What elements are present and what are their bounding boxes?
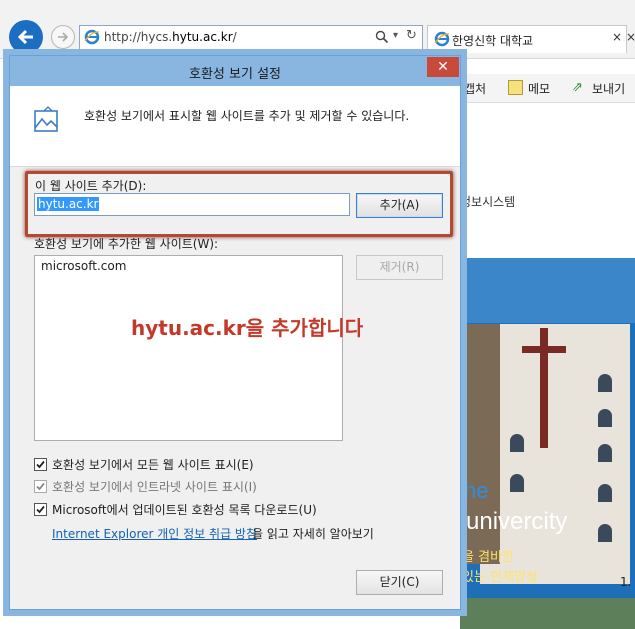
checkmark-icon <box>36 460 45 469</box>
hero-text: he <box>464 478 489 503</box>
show-all-sites-label[interactable]: 호환성 보기에서 모든 웹 사이트 표시(E) <box>52 456 254 473</box>
hero-text: l univercity <box>460 508 568 535</box>
intro-text: 호환성 보기에서 표시할 웹 사이트를 추가 및 제거할 수 있습니다. <box>84 109 410 123</box>
memo-icon <box>508 80 523 95</box>
download-list-checkbox[interactable] <box>34 503 47 516</box>
capture-button[interactable]: 캡처 <box>464 80 486 97</box>
page-side-number: 1. <box>620 575 632 589</box>
window <box>510 434 524 452</box>
page-info-text[interactable]: 정보시스템 <box>460 193 515 210</box>
remove-button[interactable]: 제거(R) <box>356 255 443 280</box>
checkmark-icon <box>36 482 45 491</box>
forward-arrow-icon <box>58 32 69 42</box>
dialog-title-bar[interactable]: 호환성 보기 설정 ✕ <box>10 56 460 86</box>
dialog-header: 호환성 보기에서 표시할 웹 사이트를 추가 및 제거할 수 있습니다. <box>10 86 460 167</box>
show-intranet-label[interactable]: 호환성 보기에서 인트라넷 사이트 표시(I) <box>52 478 257 495</box>
privacy-policy-link[interactable]: Internet Explorer 개인 정보 취급 방침 <box>52 525 257 542</box>
command-bar: 캡처 메모 ⇗ 보내기 <box>460 74 635 103</box>
privacy-policy-text: 을 읽고 자세히 알아보기 <box>252 527 374 541</box>
send-icon: ⇗ <box>572 80 583 95</box>
address-bar[interactable]: http://hycs.hytu.ac.kr/ ▾ ↻ <box>79 25 423 50</box>
close-icon[interactable]: ✕ <box>427 57 459 77</box>
hero-footer-image <box>460 598 635 629</box>
url-domain: hytu.ac.kr <box>172 30 233 44</box>
add-site-input-value: hytu.ac.kr <box>37 197 100 211</box>
add-site-label: 이 웹 사이트 추가(D): <box>35 179 147 193</box>
ie-logo-icon <box>84 29 100 45</box>
dialog-title: 호환성 보기 설정 <box>189 67 281 82</box>
close-tab-icon[interactable]: × <box>612 30 622 44</box>
hero-banner: he l univercity 을 겸비한 있는 인재양성 <box>460 258 635 629</box>
cross-icon <box>522 346 566 353</box>
forward-button[interactable] <box>51 25 75 49</box>
browser-tab[interactable]: 한영신학 대학교 × <box>427 25 627 53</box>
back-arrow-icon <box>17 29 33 45</box>
add-site-input[interactable]: hytu.ac.kr <box>34 193 350 216</box>
window <box>598 409 612 427</box>
add-button[interactable]: 추가(A) <box>356 193 443 218</box>
memo-button[interactable]: 메모 <box>528 80 550 97</box>
url-prefix: http://hycs. <box>104 30 173 44</box>
site-list-label: 호환성 보기에 추가한 웹 사이트(W): <box>34 237 219 251</box>
tab-title: 한영신학 대학교 <box>452 34 534 48</box>
window <box>598 374 612 392</box>
hero-sky <box>460 258 635 323</box>
window <box>598 444 612 462</box>
ie-logo-icon <box>434 31 450 47</box>
list-item[interactable]: microsoft.com <box>41 259 126 273</box>
back-button[interactable] <box>9 20 43 54</box>
compatibility-icon <box>34 106 58 132</box>
window <box>598 524 612 542</box>
annotation-text: hytu.ac.kr을 추가합니다 <box>131 316 364 340</box>
show-all-sites-checkbox[interactable] <box>34 458 47 471</box>
window <box>598 484 612 502</box>
url-text[interactable]: http://hycs.hytu.ac.kr/ <box>104 30 237 44</box>
building-image <box>480 324 630 584</box>
window <box>510 474 524 492</box>
hero-slogan: 을 겸비한 <box>462 550 514 565</box>
dialog-body: 호환성 보기에서 표시할 웹 사이트를 추가 및 제거할 수 있습니다. 이 웹… <box>10 86 460 609</box>
hero-slogan: 있는 인재양성 <box>462 570 538 585</box>
close-button[interactable]: 닫기(C) <box>356 570 443 595</box>
show-intranet-checkbox[interactable] <box>34 480 47 493</box>
search-icon[interactable] <box>375 30 389 44</box>
compatibility-view-dialog: 호환성 보기 설정 ✕ 호환성 보기에서 표시할 웹 사이트를 추가 및 제거할… <box>9 55 461 610</box>
send-button[interactable]: 보내기 <box>592 80 625 97</box>
chevron-down-icon[interactable]: ▾ <box>393 30 398 41</box>
refresh-icon[interactable]: ↻ <box>406 28 417 43</box>
close-tab-icon[interactable]: × <box>626 30 635 44</box>
download-list-label[interactable]: Microsoft에서 업데이트된 호환성 목록 다운로드(U) <box>52 501 317 518</box>
url-suffix: / <box>232 30 237 44</box>
checkmark-icon <box>36 505 45 514</box>
site-list[interactable]: microsoft.com <box>34 255 343 441</box>
